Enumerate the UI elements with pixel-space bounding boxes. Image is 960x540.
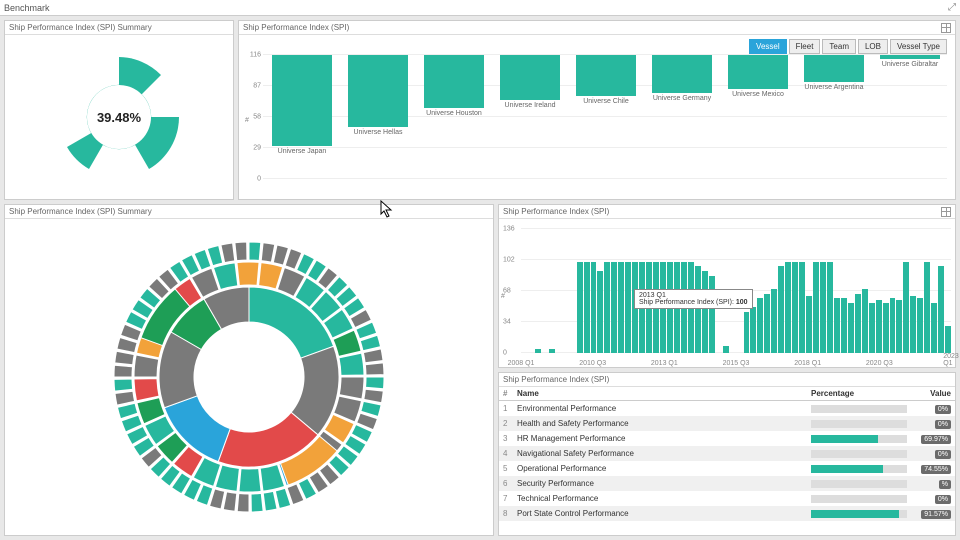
vessel-bar-chart: # 0295887116 Universe JapanUniverse Hell… (243, 39, 951, 195)
quarter-bar[interactable] (750, 307, 756, 353)
bar-col[interactable]: Universe Houston (417, 55, 491, 179)
quarter-bar[interactable] (806, 296, 812, 353)
quarter-bar[interactable] (591, 262, 597, 353)
quarter-bar[interactable] (841, 298, 847, 353)
quarter-bar[interactable] (924, 262, 930, 353)
quarter-bar[interactable] (820, 262, 826, 353)
quarter-bar[interactable] (785, 262, 791, 353)
panel-gauge: Ship Performance Index (SPI) Summary 39.… (4, 20, 234, 200)
gauge-chart: 39.48% (9, 39, 229, 195)
bar-col[interactable]: Universe Hellas (341, 55, 415, 179)
bar-col[interactable]: Universe Japan (265, 55, 339, 179)
quarter-bar[interactable] (896, 300, 902, 353)
quarter-bar[interactable] (903, 262, 909, 353)
y-axis-label: # (245, 117, 249, 124)
quarter-bar[interactable] (910, 296, 916, 353)
quarter-bar[interactable] (771, 289, 777, 353)
quarter-bar[interactable] (938, 266, 944, 353)
quarter-bar[interactable] (799, 262, 805, 353)
grid-icon[interactable] (941, 23, 951, 33)
gauge-value: 39.48% (97, 110, 141, 125)
chart-tooltip: 2013 Q1 Ship Performance Index (SPI): 10… (634, 289, 753, 309)
quarter-bar[interactable] (862, 289, 868, 353)
quarter-bar[interactable] (813, 262, 819, 353)
sunburst-chart (9, 223, 489, 531)
panel-table: Ship Performance Index (SPI) # Name Perc… (498, 372, 956, 536)
quarter-bar[interactable] (931, 303, 937, 353)
bar-col[interactable]: Universe Argentina (797, 55, 871, 179)
table-row[interactable]: 5Operational Performance74.55% (499, 461, 955, 476)
panel-title: Ship Performance Index (SPI) (503, 207, 609, 216)
table-row[interactable]: 3HR Management Performance69.97% (499, 431, 955, 446)
expand-icon[interactable]: ⤢ (948, 2, 956, 13)
table-row[interactable]: 7Technical Performance0% (499, 491, 955, 506)
quarter-bar[interactable] (723, 346, 729, 353)
panel-sunburst: Ship Performance Index (SPI) Summary (4, 204, 494, 536)
bar-col[interactable]: Universe Germany (645, 55, 719, 179)
quarter-bar[interactable] (848, 303, 854, 353)
quarter-bar[interactable] (869, 303, 875, 353)
quarter-bar[interactable] (945, 326, 951, 353)
panel-quarterly-bar: Ship Performance Index (SPI) # 034681021… (498, 204, 956, 368)
table-row[interactable]: 2Health and Safety Performance0% (499, 416, 955, 431)
panel-title: Ship Performance Index (SPI) (503, 375, 609, 384)
quarter-bar[interactable] (827, 262, 833, 353)
table-row[interactable]: 8Port State Control Performance91.57% (499, 506, 955, 521)
panel-title: Ship Performance Index (SPI) Summary (9, 207, 152, 216)
quarter-bar[interactable] (757, 298, 763, 353)
quarter-bar[interactable] (855, 294, 861, 353)
quarter-bar[interactable] (702, 271, 708, 353)
quarter-bar[interactable] (917, 298, 923, 353)
quarter-bar[interactable] (876, 300, 882, 353)
quarter-bar[interactable] (778, 266, 784, 353)
page-title: Benchmark (4, 3, 50, 13)
quarter-bar[interactable] (625, 262, 631, 353)
panel-header: Ship Performance Index (SPI) Summary (5, 21, 233, 35)
quarter-bar[interactable] (604, 262, 610, 353)
app-topbar: Benchmark ⤢ (0, 0, 960, 16)
panel-vessel-bar: Ship Performance Index (SPI) VesselFleet… (238, 20, 956, 200)
panel-title: Ship Performance Index (SPI) (243, 23, 349, 32)
quarter-bar[interactable] (695, 266, 701, 353)
table-header: # Name Percentage Value (499, 387, 955, 401)
quarter-bar[interactable] (535, 349, 541, 353)
bar-col[interactable]: Universe Ireland (493, 55, 567, 179)
quarter-bar[interactable] (611, 262, 617, 353)
panel-title: Ship Performance Index (SPI) Summary (9, 23, 152, 32)
quarter-bar[interactable] (764, 294, 770, 353)
quarter-bar[interactable] (744, 312, 750, 353)
quarter-bar[interactable] (597, 271, 603, 353)
quarter-bar[interactable] (890, 298, 896, 353)
bar-col[interactable]: Universe Mexico (721, 55, 795, 179)
quarter-bar[interactable] (792, 262, 798, 353)
quarter-bar[interactable] (618, 262, 624, 353)
quarter-bar[interactable] (577, 262, 583, 353)
table-row[interactable]: 4Navigational Safety Performance0% (499, 446, 955, 461)
quarter-bar[interactable] (549, 349, 555, 353)
table-row[interactable]: 6Security Performance% (499, 476, 955, 491)
quarter-bar[interactable] (709, 276, 715, 354)
bar-col[interactable]: Universe Gibraltar (873, 55, 947, 179)
grid-icon[interactable] (941, 207, 951, 217)
quarter-bar[interactable] (584, 262, 590, 353)
quarter-bar[interactable] (834, 298, 840, 353)
bar-col[interactable]: Universe Chile (569, 55, 643, 179)
table-row[interactable]: 1Environmental Performance0% (499, 401, 955, 416)
quarter-bar[interactable] (883, 303, 889, 353)
